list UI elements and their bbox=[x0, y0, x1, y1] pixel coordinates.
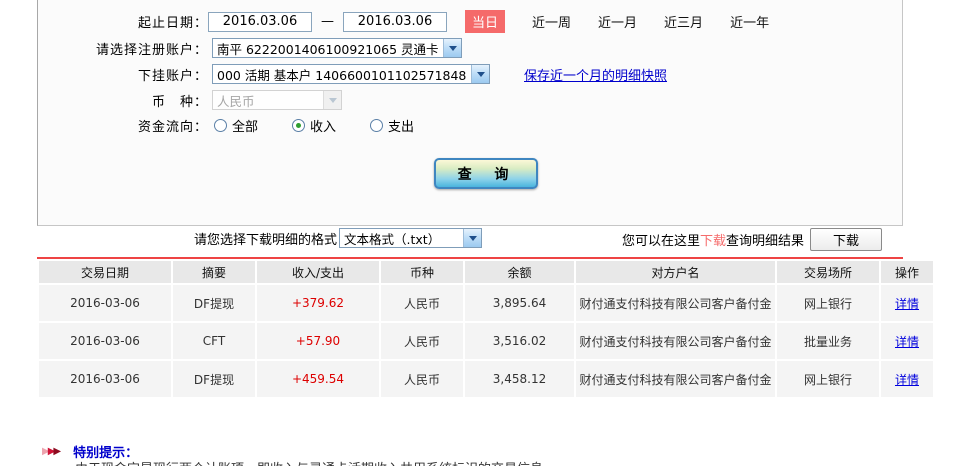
column-header-currency: 币种 bbox=[381, 261, 463, 283]
date-range-label: 起止日期： bbox=[137, 16, 208, 31]
quick-range-today-badge[interactable]: 当日 bbox=[465, 10, 506, 33]
quick-range-week[interactable]: 近一周 bbox=[532, 12, 571, 31]
chevron-down-icon[interactable] bbox=[471, 65, 489, 83]
chevron-down-icon[interactable] bbox=[463, 229, 482, 247]
table-row: 2016-03-06 DF提现 +459.54 人民币 3,458.12 财付通… bbox=[39, 361, 933, 397]
cell-summary: CFT bbox=[173, 323, 255, 359]
cell-amount: +379.62 bbox=[257, 285, 379, 321]
date-range-row: 起止日期： — 当日 近一周 近一月 近三月 近一年 bbox=[38, 10, 898, 33]
cell-channel: 批量业务 bbox=[777, 323, 879, 359]
register-account-label: 请选择注册账户： bbox=[95, 42, 208, 58]
download-hint-prefix: 您可以在这里 bbox=[622, 234, 701, 249]
column-header-amount: 收入/支出 bbox=[257, 261, 379, 283]
download-button[interactable]: 下载 bbox=[810, 228, 883, 251]
date-separator: — bbox=[321, 14, 334, 29]
cell-counterparty: 财付通支付科技有限公司客户备付金 bbox=[576, 323, 775, 359]
currency-label: 币 种： bbox=[151, 94, 208, 110]
cell-balance: 3,516.02 bbox=[465, 323, 574, 359]
radio-income[interactable]: 收入 bbox=[292, 116, 336, 135]
quick-range-month[interactable]: 近一月 bbox=[598, 12, 637, 31]
cell-balance: 3,895.64 bbox=[465, 285, 574, 321]
detail-link[interactable]: 详情 bbox=[895, 297, 919, 311]
column-header-date: 交易日期 bbox=[39, 261, 171, 283]
register-account-value: 南平 6222001406100921065 灵通卡 bbox=[217, 41, 439, 57]
column-header-balance: 余额 bbox=[465, 261, 574, 283]
radio-all-label: 全部 bbox=[232, 120, 259, 135]
sub-account-row: 下挂账户： 000 活期 基本户 1406600101102571848 保存近… bbox=[38, 64, 898, 84]
detail-link[interactable]: 详情 bbox=[895, 373, 919, 387]
sub-account-label: 下挂账户： bbox=[137, 68, 208, 84]
start-date-input[interactable] bbox=[208, 11, 312, 32]
chevron-down-icon[interactable] bbox=[443, 39, 461, 57]
radio-expense[interactable]: 支出 bbox=[370, 116, 414, 135]
cell-balance: 3,458.12 bbox=[465, 361, 574, 397]
quick-range-quarter[interactable]: 近三月 bbox=[664, 12, 703, 31]
radio-icon[interactable] bbox=[292, 119, 306, 132]
quick-range-year[interactable]: 近一年 bbox=[730, 12, 769, 31]
sub-account-select[interactable]: 000 活期 基本户 1406600101102571848 bbox=[212, 64, 490, 84]
register-account-row: 请选择注册账户： 南平 6222001406100921065 灵通卡 bbox=[38, 38, 898, 58]
transaction-table: 交易日期 摘要 收入/支出 币种 余额 对方户名 交易场所 操作 2016-03… bbox=[37, 259, 935, 399]
detail-link[interactable]: 详情 bbox=[895, 335, 919, 349]
download-hint-group: 您可以在这里 下载 查询明细结果 下载 bbox=[622, 228, 883, 251]
table-row: 2016-03-06 DF提现 +379.62 人民币 3,895.64 财付通… bbox=[39, 285, 933, 321]
cell-currency: 人民币 bbox=[381, 361, 463, 397]
currency-value: 人民币 bbox=[217, 93, 255, 109]
radio-income-label: 收入 bbox=[310, 120, 337, 135]
download-format-group: 请您选择下载明细的格式 文本格式（.txt） bbox=[194, 228, 483, 248]
transaction-query-page: 起止日期： — 当日 近一周 近一月 近三月 近一年 请选择注册账户： 南平 6… bbox=[0, 0, 978, 466]
column-header-counterparty: 对方户名 bbox=[576, 261, 775, 283]
radio-all[interactable]: 全部 bbox=[214, 116, 258, 135]
save-snapshot-link[interactable]: 保存近一个月的明细快照 bbox=[524, 65, 667, 84]
cell-summary: DF提现 bbox=[173, 361, 255, 397]
cell-currency: 人民币 bbox=[381, 323, 463, 359]
cell-channel: 网上银行 bbox=[777, 361, 879, 397]
query-button[interactable]: 查 询 bbox=[434, 158, 538, 189]
cell-amount: +57.90 bbox=[257, 323, 379, 359]
cell-currency: 人民币 bbox=[381, 285, 463, 321]
sub-account-value: 000 活期 基本户 1406600101102571848 bbox=[217, 67, 467, 83]
cell-amount: +459.54 bbox=[257, 361, 379, 397]
cell-date: 2016-03-06 bbox=[39, 323, 171, 359]
currency-row: 币 种： 人民币 bbox=[38, 90, 898, 110]
column-header-summary: 摘要 bbox=[173, 261, 255, 283]
end-date-input[interactable] bbox=[343, 11, 447, 32]
fund-direction-row: 资金流向： 全部 收入 支出 bbox=[38, 116, 898, 135]
query-form-panel: 起止日期： — 当日 近一周 近一月 近三月 近一年 请选择注册账户： 南平 6… bbox=[37, 0, 903, 226]
radio-icon[interactable] bbox=[214, 119, 227, 132]
download-hint-highlight: 下载 bbox=[700, 234, 727, 249]
radio-expense-label: 支出 bbox=[388, 120, 415, 135]
cell-counterparty: 财付通支付科技有限公司客户备付金 bbox=[576, 285, 775, 321]
special-tip-text: 由于现金宝是现行两个计账项，即收入与灵通卡活期收入共用系统标识的交易信息 bbox=[75, 458, 543, 466]
download-row: 请您选择下载明细的格式 文本格式（.txt） 您可以在这里 下载 查询明细结果 下载 bbox=[37, 228, 903, 252]
cell-counterparty: 财付通支付科技有限公司客户备付金 bbox=[576, 361, 775, 397]
download-format-label: 请您选择下载明细的格式 bbox=[194, 232, 338, 248]
chevron-down-icon bbox=[323, 91, 341, 109]
download-format-value: 文本格式（.txt） bbox=[344, 231, 441, 247]
fund-direction-label: 资金流向： bbox=[137, 120, 208, 135]
column-header-channel: 交易场所 bbox=[777, 261, 879, 283]
cell-date: 2016-03-06 bbox=[39, 361, 171, 397]
column-header-action: 操作 bbox=[881, 261, 933, 283]
table-row: 2016-03-06 CFT +57.90 人民币 3,516.02 财付通支付… bbox=[39, 323, 933, 359]
radio-icon[interactable] bbox=[370, 119, 384, 132]
currency-select: 人民币 bbox=[212, 90, 342, 110]
triple-arrow-icon: ▶▶▶ bbox=[42, 446, 61, 457]
cell-summary: DF提现 bbox=[173, 285, 255, 321]
cell-date: 2016-03-06 bbox=[39, 285, 171, 321]
register-account-select[interactable]: 南平 6222001406100921065 灵通卡 bbox=[212, 38, 462, 58]
download-format-select[interactable]: 文本格式（.txt） bbox=[339, 228, 483, 248]
download-hint-suffix: 查询明细结果 bbox=[726, 234, 805, 249]
cell-channel: 网上银行 bbox=[777, 285, 879, 321]
table-header-row: 交易日期 摘要 收入/支出 币种 余额 对方户名 交易场所 操作 bbox=[39, 261, 933, 283]
